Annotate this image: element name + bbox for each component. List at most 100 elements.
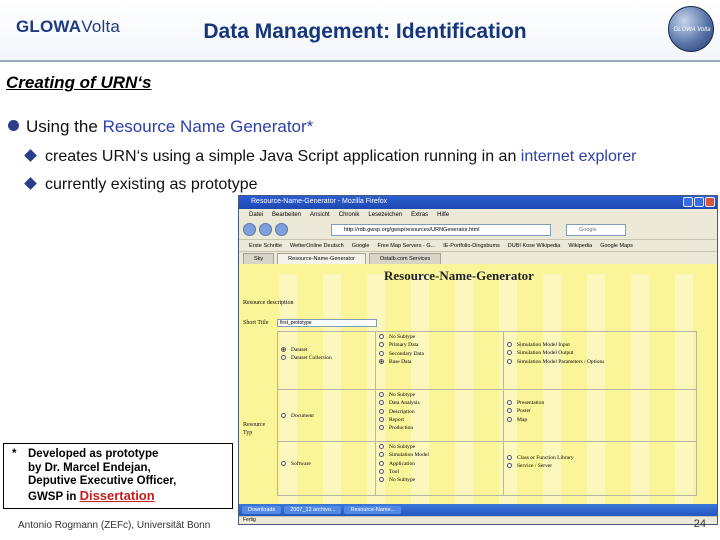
- radio-icon: [379, 425, 384, 431]
- radio-icon: [379, 477, 384, 483]
- taskbar-item[interactable]: Downloads: [242, 506, 282, 514]
- radio-option[interactable]: Simulation Model: [379, 451, 500, 459]
- browser-tab[interactable]: Ostalb.com Services: [368, 253, 442, 264]
- radio-option[interactable]: No Subtype: [379, 333, 500, 341]
- option-label: Map: [517, 416, 528, 423]
- menu-chronik[interactable]: Chronik: [339, 212, 360, 218]
- radio-option[interactable]: Data Analysis: [379, 399, 500, 407]
- option-label: No Subtype: [389, 334, 416, 340]
- option-label: Primary Data: [389, 342, 419, 349]
- menu-ansicht[interactable]: Ansicht: [310, 212, 330, 218]
- back-icon[interactable]: [243, 223, 256, 236]
- radio-dataset[interactable]: Dataset: [281, 346, 372, 354]
- bookmark-item[interactable]: Wikipedia: [568, 243, 592, 249]
- radio-option[interactable]: Simulation Model Input: [507, 341, 693, 349]
- radio-option[interactable]: No Subtype: [379, 391, 500, 399]
- radio-option[interactable]: Tool: [379, 468, 500, 476]
- table-cell: No Subtype Simulation Model Application …: [375, 441, 504, 496]
- radio-option[interactable]: Class or Function Library: [507, 454, 693, 462]
- menu-datei[interactable]: Datei: [249, 212, 263, 218]
- bookmark-item[interactable]: IE-Portfolio-Dingsbums: [443, 243, 500, 249]
- radio-option[interactable]: Primary Data: [379, 341, 500, 349]
- radio-option[interactable]: No Subtype: [379, 476, 500, 484]
- slide-subtitle: Creating of URN‘s: [6, 73, 152, 92]
- bullet-highlight: Resource Name Generator*: [102, 117, 314, 136]
- table-cell: Simulation Model Input Simulation Model …: [503, 331, 697, 390]
- table-cell: Presentation Poster Map: [503, 389, 697, 442]
- radio-option[interactable]: Presentation: [507, 399, 693, 407]
- bookmark-item[interactable]: WetterOnline Deutsch: [290, 243, 344, 249]
- table-cell: Class or Function Library Service / Serv…: [503, 441, 697, 496]
- radio-icon: [379, 334, 384, 339]
- resource-description-label: Resource description: [243, 300, 294, 306]
- resource-type-table: Dataset Dataset Collection No Subtype Pr…: [277, 331, 697, 496]
- footnote-box: * Developed as prototype by Dr. Marcel En…: [3, 443, 233, 509]
- close-icon[interactable]: [705, 197, 715, 207]
- bookmark-item[interactable]: Erste Schritte: [249, 243, 282, 249]
- radio-option[interactable]: Secondary Data: [379, 350, 500, 358]
- menu-lesezeichen[interactable]: Lesezeichen: [368, 212, 402, 218]
- radio-icon: [281, 355, 286, 361]
- option-label: No Subtype: [389, 444, 416, 450]
- taskbar-item[interactable]: 2007_12 archivo...: [284, 506, 342, 514]
- globe-logo-icon: GLOWA Volta: [668, 6, 714, 52]
- radio-document[interactable]: Document: [281, 412, 372, 420]
- radio-option[interactable]: Service / Server: [507, 462, 693, 470]
- maximize-icon[interactable]: [694, 197, 704, 207]
- radio-option[interactable]: Application: [379, 460, 500, 468]
- globe-logo-text: GLOWA Volta: [673, 27, 711, 33]
- bookmarks-bar: Erste Schritte WetterOnline Deutsch Goog…: [239, 240, 717, 252]
- bullet-dot-icon: [8, 120, 19, 131]
- menu-extras[interactable]: Extras: [411, 212, 428, 218]
- radio-option[interactable]: Poster: [507, 407, 693, 415]
- radio-option[interactable]: Simulation Model Output: [507, 349, 693, 357]
- bookmark-item[interactable]: DUBI Kose Wikipedia: [508, 243, 561, 249]
- radio-option[interactable]: Description: [379, 408, 500, 416]
- short-title-input[interactable]: first_prototype: [277, 319, 377, 327]
- taskbar-item[interactable]: Resource-Name...: [344, 506, 402, 514]
- radio-icon: [281, 461, 286, 466]
- table-row: Software No Subtype Simulation Model App…: [277, 441, 697, 496]
- radio-option[interactable]: Simulation Model Parameters / Options: [507, 358, 693, 366]
- menu-hilfe[interactable]: Hilfe: [437, 212, 449, 218]
- bookmark-item[interactable]: Free Map Servers - G...: [377, 243, 435, 249]
- browser-tab-active[interactable]: Resource-Name-Generator: [277, 253, 366, 264]
- radio-option[interactable]: No Subtype: [379, 443, 500, 451]
- bookmark-item[interactable]: Google Maps: [600, 243, 633, 249]
- generator-page-title: Resource-Name-Generator: [384, 268, 534, 283]
- menu-bearbeiten[interactable]: Bearbeiten: [272, 212, 301, 218]
- radio-option[interactable]: Map: [507, 416, 693, 424]
- radio-icon: [507, 463, 512, 469]
- radio-icon: [507, 400, 512, 405]
- radio-dataset-collection[interactable]: Dataset Collection: [281, 354, 372, 362]
- option-label: Simulation Model Output: [517, 350, 574, 357]
- radio-option[interactable]: Base Data: [379, 358, 500, 366]
- reload-icon[interactable]: [275, 223, 288, 236]
- page-content: Resource-Name-Generator Resource descrip…: [239, 264, 717, 505]
- option-label: Service / Server: [517, 463, 553, 470]
- minimize-icon[interactable]: [683, 197, 693, 207]
- short-title-label: Short Title: [243, 320, 269, 326]
- radio-icon: [507, 408, 512, 414]
- option-label: Simulation Model Parameters / Options: [517, 358, 605, 365]
- url-bar[interactable]: http://rdb.gwsp.org/gwsp/resources/URNGe…: [331, 223, 551, 236]
- dissertation-link[interactable]: Dissertation: [80, 488, 155, 503]
- forward-icon[interactable]: [259, 223, 272, 236]
- radio-software[interactable]: Software: [281, 460, 372, 468]
- footnote-star: *: [12, 448, 17, 460]
- table-cell: Dataset Dataset Collection: [277, 331, 376, 390]
- bullet-resource-name-generator: Using the Resource Name Generator*: [8, 117, 313, 137]
- browser-tabbar: Sky Resource-Name-Generator Ostalb.com S…: [239, 252, 717, 264]
- radio-option[interactable]: Report: [379, 416, 500, 424]
- browser-tab[interactable]: Sky: [243, 253, 275, 264]
- slide-title: Data Management: Identification: [203, 20, 527, 43]
- radio-icon: [379, 400, 384, 406]
- option-label: Production: [389, 425, 414, 432]
- table-cell: No Subtype Data Analysis Description Rep…: [375, 389, 504, 442]
- option-label: Dataset: [291, 347, 308, 353]
- radio-icon: [379, 468, 384, 474]
- search-box[interactable]: Google: [566, 223, 626, 236]
- radio-icon: [507, 342, 512, 347]
- radio-option[interactable]: Production: [379, 424, 500, 432]
- bookmark-item[interactable]: Google: [352, 243, 370, 249]
